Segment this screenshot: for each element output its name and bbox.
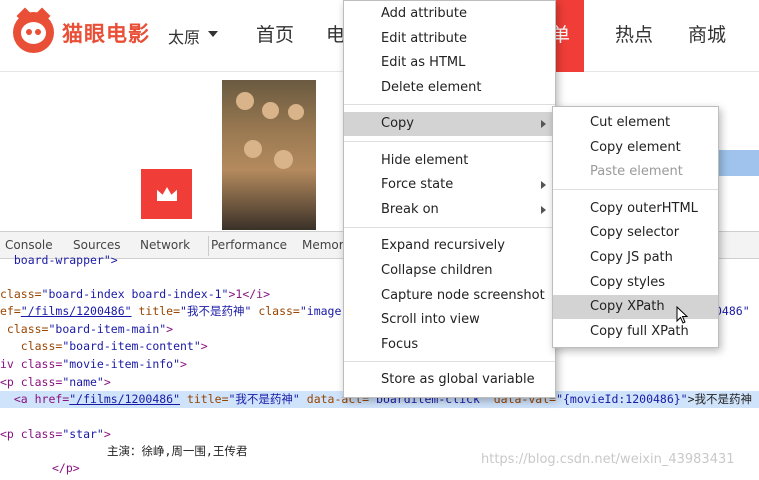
menu-separator xyxy=(344,141,555,142)
menu-item-store-global-variable[interactable]: Store as global variable xyxy=(344,368,555,392)
submenu-item-copy-full-xpath[interactable]: Copy full XPath xyxy=(553,320,718,344)
tab-memory[interactable]: Memor xyxy=(302,238,344,252)
nav-mall[interactable]: 商城 xyxy=(688,20,726,47)
chevron-down-icon[interactable] xyxy=(208,31,218,37)
code-line[interactable]: iv class="movie-item-info"> xyxy=(0,356,187,373)
code-line[interactable]: ef="/films/1200486" title="我不是药神" class=… xyxy=(0,303,348,320)
code-line[interactable]: class="board-item-main"> xyxy=(0,321,173,338)
menu-item-capture-node-screenshot[interactable]: Capture node screenshot xyxy=(344,284,555,308)
menu-item-edit-attribute[interactable]: Edit attribute xyxy=(344,27,555,51)
tab-network[interactable]: Network xyxy=(140,238,190,252)
menu-separator xyxy=(553,189,718,190)
code-line[interactable]: <p class="star"> xyxy=(0,426,111,443)
submenu-item-copy-styles[interactable]: Copy styles xyxy=(553,271,718,295)
menu-separator xyxy=(344,227,555,228)
code-line[interactable]: class="board-index board-index-1">1</i> xyxy=(0,286,270,303)
menu-item-copy[interactable]: Copy xyxy=(344,112,555,136)
menu-item-focus[interactable]: Focus xyxy=(344,333,555,357)
nav-home[interactable]: 首页 xyxy=(256,20,294,47)
cat-logo-icon[interactable] xyxy=(13,7,54,53)
submenu-item-copy-js-path[interactable]: Copy JS path xyxy=(553,246,718,270)
chevron-right-icon xyxy=(541,181,546,189)
menu-item-collapse-children[interactable]: Collapse children xyxy=(344,259,555,283)
nav-hot[interactable]: 热点 xyxy=(615,20,653,47)
logo-text[interactable]: 猫眼电影 xyxy=(62,18,150,48)
tab-performance[interactable]: Performance xyxy=(211,238,287,252)
code-line[interactable]: </p> xyxy=(52,460,80,477)
crown-icon xyxy=(157,187,177,201)
chevron-right-icon xyxy=(541,206,546,214)
tab-sources[interactable]: Sources xyxy=(73,238,120,252)
menu-item-edit-as-html[interactable]: Edit as HTML xyxy=(344,51,555,75)
mouse-pointer-icon xyxy=(676,306,688,324)
menu-item-delete-element[interactable]: Delete element xyxy=(344,76,555,100)
submenu-item-cut-element[interactable]: Cut element xyxy=(553,111,718,135)
code-line[interactable]: class="board-item-content"> xyxy=(0,338,208,355)
menu-separator xyxy=(344,104,555,105)
code-line[interactable]: board-wrapper"> xyxy=(0,252,118,269)
crown-badge xyxy=(141,169,192,219)
menu-item-expand-recursively[interactable]: Expand recursively xyxy=(344,234,555,258)
menu-item-break-on[interactable]: Break on xyxy=(344,198,555,222)
menu-item-scroll-into-view[interactable]: Scroll into view xyxy=(344,308,555,332)
tab-console[interactable]: Console xyxy=(5,238,53,252)
menu-item-add-attribute[interactable]: Add attribute xyxy=(344,2,555,26)
chevron-right-icon xyxy=(541,120,546,128)
code-line-tail: 0486" xyxy=(715,304,750,318)
copy-submenu: Cut element Copy element Paste element C… xyxy=(552,106,719,348)
submenu-item-paste-element: Paste element xyxy=(590,164,683,179)
city-selector[interactable]: 太原 xyxy=(168,24,200,48)
submenu-item-copy-xpath[interactable]: Copy XPath xyxy=(553,295,718,319)
submenu-item-copy-element[interactable]: Copy element xyxy=(553,136,718,160)
movie-poster[interactable] xyxy=(222,80,316,230)
menu-item-hide-element[interactable]: Hide element xyxy=(344,149,555,173)
code-line[interactable]: <p class="name"> xyxy=(0,374,111,391)
code-line-text[interactable]: 主演：徐峥,周一围,王传君 xyxy=(107,443,247,460)
menu-item-force-state[interactable]: Force state xyxy=(344,173,555,197)
watermark: https://blog.csdn.net/weixin_43983431 xyxy=(481,452,735,467)
screenshot: 猫眼电影 太原 首页 电 榜单 热点 商城 Console Sources Ne… xyxy=(0,0,759,480)
highlight-strip xyxy=(718,150,759,176)
menu-separator xyxy=(344,361,555,362)
submenu-item-copy-selector[interactable]: Copy selector xyxy=(553,221,718,245)
context-menu: Add attribute Edit attribute Edit as HTM… xyxy=(343,0,556,398)
submenu-item-copy-outerhtml[interactable]: Copy outerHTML xyxy=(553,197,718,221)
tab-separator xyxy=(208,236,209,256)
